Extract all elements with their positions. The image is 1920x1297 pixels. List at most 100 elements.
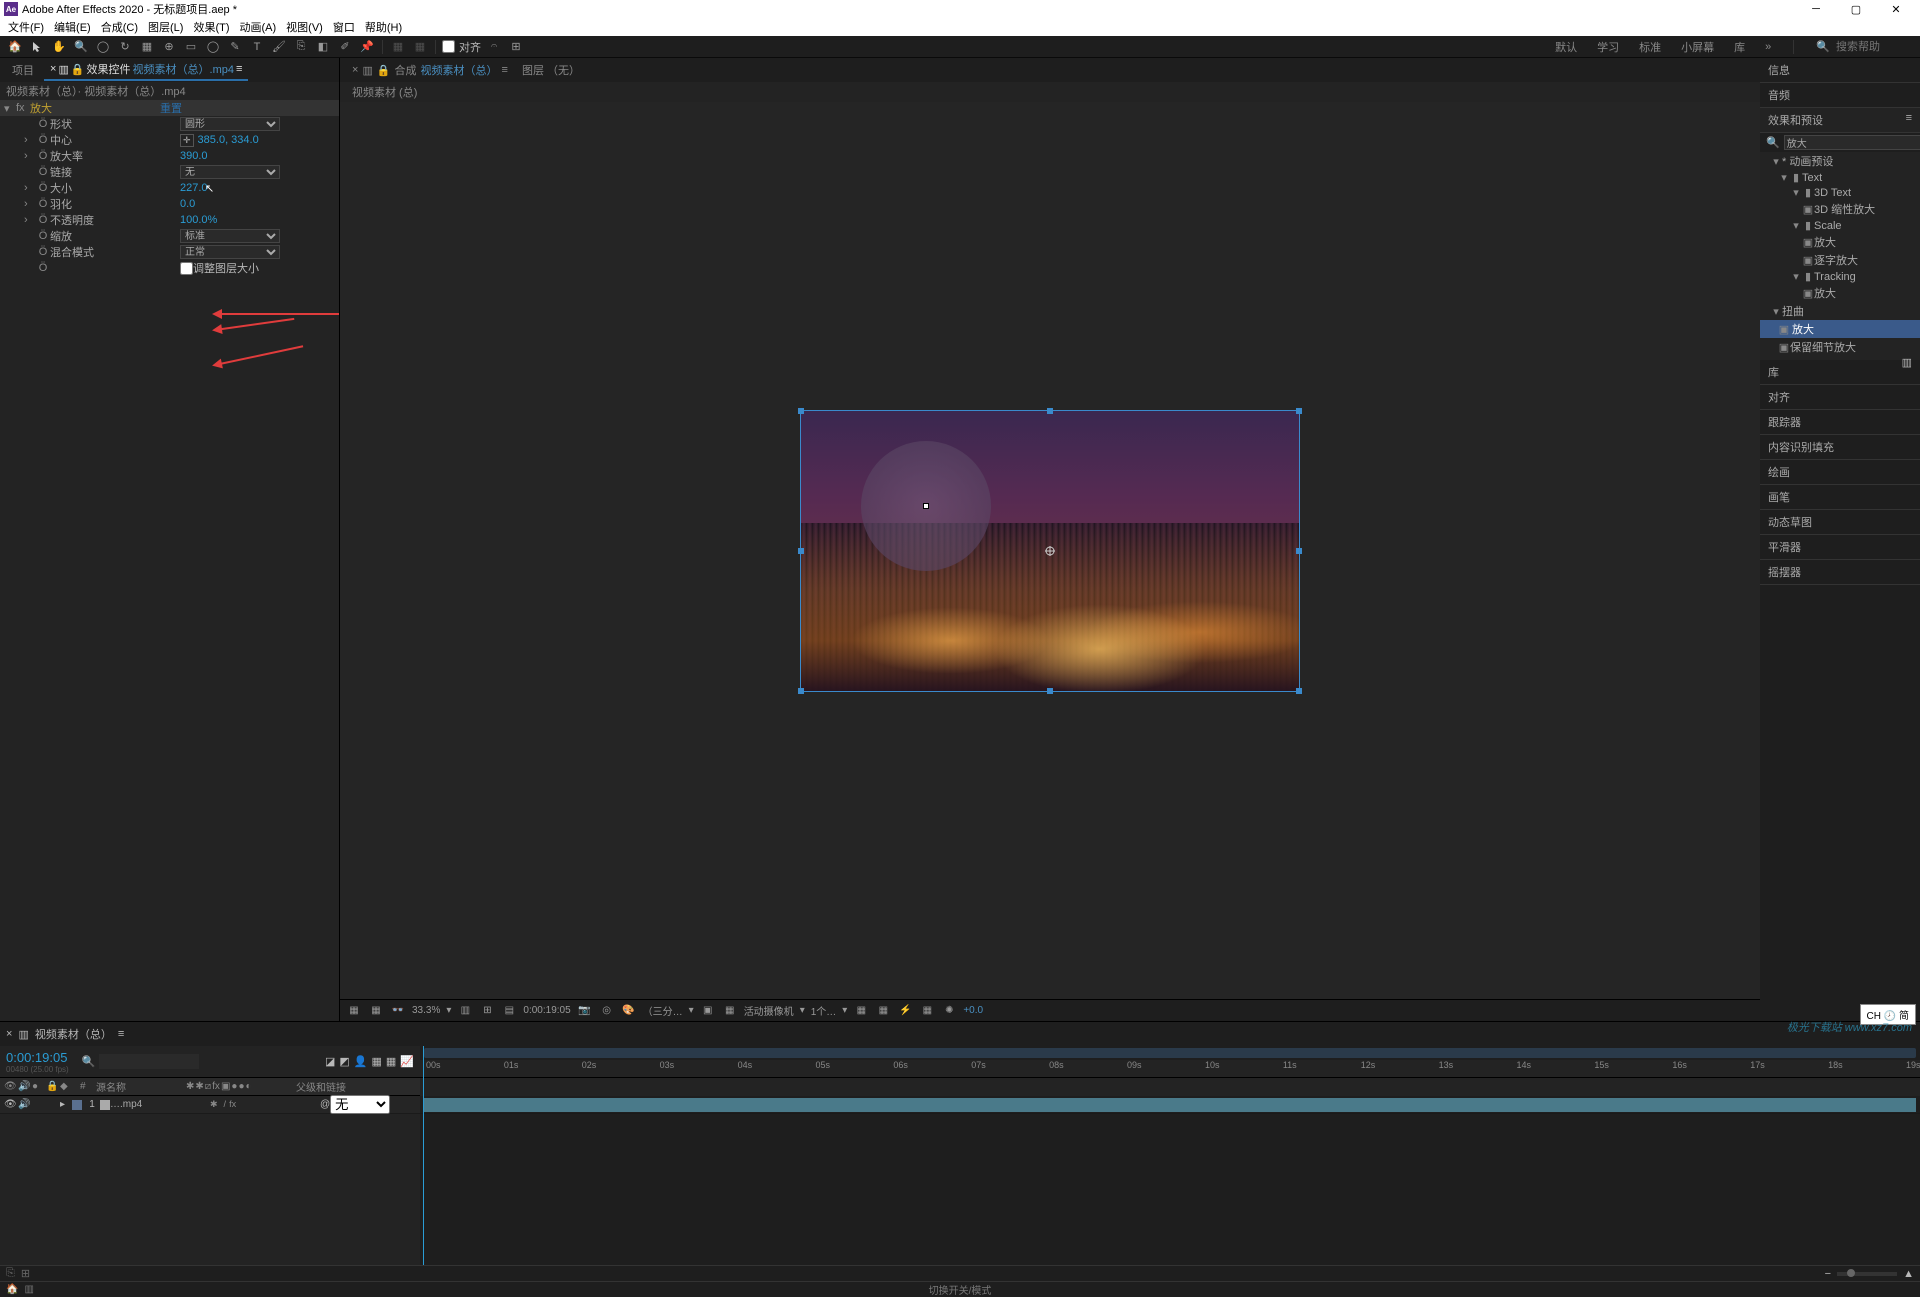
exposure-value[interactable]: +0.0 xyxy=(963,1005,983,1016)
eye-icon[interactable]: 👁 xyxy=(4,1099,18,1110)
tree-scale-magnify[interactable]: ▣放大 xyxy=(1760,233,1920,251)
menu-effect[interactable]: 效果(T) xyxy=(189,19,233,35)
timeline-search-input[interactable] xyxy=(99,1054,199,1069)
audio-icon[interactable]: 🔊 xyxy=(18,1099,32,1110)
zoom-value[interactable]: 33.3% xyxy=(412,1005,440,1016)
anchor-point-icon[interactable] xyxy=(1045,546,1055,556)
current-time[interactable]: 0:00:19:05 xyxy=(6,1050,67,1065)
prop-name[interactable]: 大小 xyxy=(50,180,180,196)
camera-dropdown[interactable]: 活动摄像机 xyxy=(744,1003,794,1018)
tree-scale[interactable]: ▾▮Scale xyxy=(1760,218,1920,233)
panel-audio[interactable]: 音频 xyxy=(1760,83,1920,108)
maximize-button[interactable]: ▢ xyxy=(1836,0,1876,18)
rotate-tool[interactable]: ↻ xyxy=(116,38,134,56)
workspace-default[interactable]: 默认 xyxy=(1555,39,1577,55)
res-lock-icon[interactable]: ▥ xyxy=(457,1003,473,1019)
panel-wiggler[interactable]: 摇摆器 xyxy=(1760,560,1920,585)
frame-blend-icon[interactable]: ▦ xyxy=(371,1055,381,1068)
crosshair-icon[interactable] xyxy=(923,503,929,509)
grid-icon[interactable]: ⊞ xyxy=(479,1003,495,1019)
guides-icon[interactable]: ▤ xyxy=(501,1003,517,1019)
eye-column-icon[interactable]: 👁 xyxy=(0,1081,14,1092)
frame-toggle-icon[interactable]: ⎘ xyxy=(6,1267,15,1280)
snap-options-icon[interactable]: 𝄐 xyxy=(485,38,503,56)
panel-content-aware[interactable]: 内容识别填充 xyxy=(1760,435,1920,460)
caret-icon[interactable]: › xyxy=(24,150,36,162)
exposure-reset-icon[interactable]: ✺ xyxy=(941,1003,957,1019)
stopwatch-icon[interactable]: Ö xyxy=(36,118,50,130)
zoom-in-icon[interactable]: ▲ xyxy=(1903,1268,1914,1280)
panel-brushes[interactable]: 画笔 xyxy=(1760,485,1920,510)
orbit-tool[interactable]: ◯ xyxy=(94,38,112,56)
panel-effects-presets[interactable]: 效果和预设 ≡ xyxy=(1760,108,1920,133)
panel-motion-sketch[interactable]: 动态草图 xyxy=(1760,510,1920,535)
render-toggle-icon[interactable]: ⊞ xyxy=(21,1267,30,1280)
fx-badge-icon[interactable]: fx xyxy=(16,102,30,114)
prop-dropdown[interactable]: 圆形 xyxy=(180,117,280,131)
lock-column-icon[interactable]: 🔒 xyxy=(42,1081,56,1092)
panel-library[interactable]: 库 xyxy=(1760,360,1920,385)
source-name-column[interactable]: 源名称 xyxy=(92,1079,182,1094)
pickwhip-icon[interactable]: @ xyxy=(320,1099,330,1110)
snapshot-icon[interactable]: 📷 xyxy=(577,1003,593,1019)
menu-help[interactable]: 帮助(H) xyxy=(361,19,406,35)
layer-tab[interactable]: 图层 （无） xyxy=(522,62,580,78)
magnify-effect-circle[interactable] xyxy=(861,441,991,571)
prop-name[interactable]: 中心 xyxy=(50,132,180,148)
tab-effect-controls[interactable]: × ▥ 🔒 效果控件 视频素材（总）.mp4 ≡ xyxy=(44,59,248,81)
stopwatch-icon[interactable]: Ö xyxy=(36,198,50,210)
menu-animation[interactable]: 动画(A) xyxy=(236,19,281,35)
stopwatch-icon[interactable]: Ö xyxy=(36,246,50,258)
tree-scale-char-magnify[interactable]: ▣逐字放大 xyxy=(1760,251,1920,269)
graph-editor-icon[interactable]: 📈 xyxy=(400,1055,414,1068)
comp-flowchart-icon[interactable]: ◪ xyxy=(325,1055,335,1068)
snap-edge-icon[interactable]: ⊞ xyxy=(507,38,525,56)
panel-tracker[interactable]: 跟踪器 xyxy=(1760,410,1920,435)
draft-3d-icon[interactable]: ▦ xyxy=(722,1003,738,1019)
caret-icon[interactable]: ▾ xyxy=(4,102,16,115)
color-mgmt-icon[interactable]: 🎨 xyxy=(621,1003,637,1019)
tree-distort-magnify[interactable]: ▣放大 xyxy=(1760,320,1920,338)
motion-blur-icon[interactable]: ▦ xyxy=(386,1055,396,1068)
camera-tool[interactable]: ▦ xyxy=(138,38,156,56)
stopwatch-icon[interactable]: Ö xyxy=(36,182,50,194)
brush-tool[interactable]: 🖌 xyxy=(270,38,288,56)
puppet-tool[interactable]: 📌 xyxy=(358,38,376,56)
tree-tracking[interactable]: ▾▮Tracking xyxy=(1760,269,1920,284)
draft-3d-icon[interactable]: ◩ xyxy=(339,1055,349,1068)
panel-info[interactable]: 信息 xyxy=(1760,58,1920,83)
timeline-sync-icon[interactable]: ▦ xyxy=(919,1003,935,1019)
label-column-icon[interactable]: ◆ xyxy=(56,1081,76,1092)
workspace-small[interactable]: 小屏幕 xyxy=(1681,39,1714,55)
timeline-scrollbar[interactable] xyxy=(1908,1060,1918,1265)
rect-tool[interactable]: ▭ xyxy=(182,38,200,56)
tab-close-icon[interactable]: × xyxy=(352,64,358,76)
stopwatch-icon[interactable]: Ö xyxy=(36,262,50,274)
tree-presets-root[interactable]: ▾* 动画预设 xyxy=(1760,152,1920,170)
help-search-input[interactable] xyxy=(1834,39,1914,55)
snapshot-show-icon[interactable]: ◎ xyxy=(599,1003,615,1019)
prop-name[interactable]: 羽化 xyxy=(50,196,180,212)
prop-dropdown[interactable]: 标准 xyxy=(180,229,280,243)
prop-value[interactable]: 385.0, 334.0 xyxy=(198,134,259,146)
shy-toggle-icon[interactable]: 👤 xyxy=(354,1055,368,1068)
zoom-tool[interactable]: 🔍 xyxy=(72,38,90,56)
caret-icon[interactable]: › xyxy=(24,182,36,194)
text-tool[interactable]: T xyxy=(248,38,266,56)
viewer-time[interactable]: 0:00:19:05 xyxy=(523,1005,570,1016)
tree-tracking-magnify[interactable]: ▣放大 xyxy=(1760,284,1920,302)
pan-behind-tool[interactable]: ⊕ xyxy=(160,38,178,56)
playhead[interactable] xyxy=(423,1046,424,1265)
prop-name[interactable]: 混合模式 xyxy=(50,244,180,260)
prop-name[interactable]: 缩放 xyxy=(50,228,180,244)
prop-value[interactable]: 227.0 xyxy=(180,182,208,194)
audio-column-icon[interactable]: 🔊 xyxy=(14,1081,28,1092)
lock-icon[interactable]: ▥ xyxy=(58,63,68,76)
prop-dropdown[interactable]: 无 xyxy=(180,165,280,179)
panel-paint[interactable]: 绘画 xyxy=(1760,460,1920,485)
status-project-icon[interactable]: ▥ xyxy=(24,1284,33,1295)
menu-composition[interactable]: 合成(C) xyxy=(97,19,142,35)
pen-tool[interactable]: ✎ xyxy=(226,38,244,56)
caret-icon[interactable]: › xyxy=(24,214,36,226)
solo-column-icon[interactable]: ● xyxy=(28,1081,42,1092)
